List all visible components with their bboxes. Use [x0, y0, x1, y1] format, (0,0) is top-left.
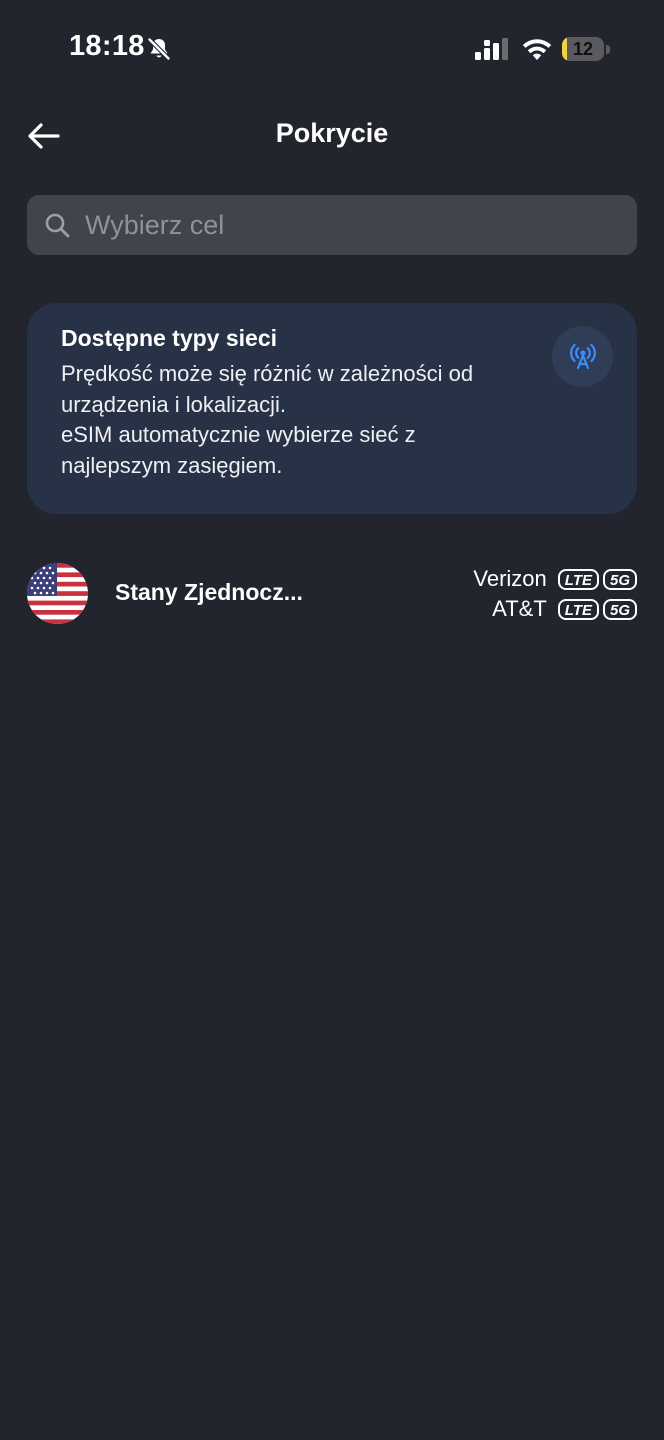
search-box[interactable]	[27, 195, 637, 255]
status-bar: 18:18 12	[0, 0, 664, 100]
antenna-icon	[569, 343, 596, 369]
cellular-signal-icon	[475, 38, 508, 60]
carrier-name: Verizon	[473, 566, 547, 591]
country-name: Stany Zjednocz...	[115, 579, 303, 605]
info-card-title: Dostępne typy sieci	[61, 325, 278, 351]
network-badge-5g: 5G	[602, 598, 637, 620]
network-info-card: Dostępne typy sieci Prędkość może się ró…	[27, 303, 637, 514]
network-badge-lte: LTE	[557, 598, 599, 620]
info-card-line: najlepszym zasięgiem.	[61, 452, 283, 478]
battery-level: 12	[572, 39, 594, 59]
status-time: 18:18	[69, 30, 145, 62]
info-card-line: Prędkość może się różnić w zależności od	[61, 361, 474, 386]
search-icon	[45, 213, 70, 238]
wifi-icon	[522, 39, 552, 60]
search-input[interactable]	[85, 195, 625, 255]
network-badge-lte: LTE	[557, 568, 599, 590]
antenna-badge	[552, 326, 613, 387]
info-card-line: urządzenia i lokalizacji.	[61, 391, 286, 417]
carrier-att: AT&T LTE 5G	[377, 594, 637, 624]
coverage-screen: 18:18 12 Pokrycie Wybierz cel Dostępne t…	[0, 0, 664, 1440]
page-title: Pokrycie	[275, 118, 389, 148]
us-flag-icon	[27, 563, 88, 624]
carrier-list: Verizon LTE 5G AT&T LTE 5G	[377, 564, 637, 624]
country-row-usa[interactable]: Stany Zjednocz... Verizon LTE 5G AT&T LT…	[27, 560, 637, 626]
carrier-name: AT&T	[492, 596, 547, 621]
bell-slash-icon	[147, 37, 171, 61]
network-badge-5g: 5G	[602, 568, 637, 590]
info-card-text: Prędkość może się różnić w zależności od…	[61, 359, 541, 481]
carrier-verizon: Verizon LTE 5G	[377, 564, 637, 594]
battery-icon: 12	[562, 37, 604, 61]
info-card-line: eSIM automatycznie wybierze sieć z	[61, 422, 416, 447]
battery-cap	[606, 45, 610, 54]
